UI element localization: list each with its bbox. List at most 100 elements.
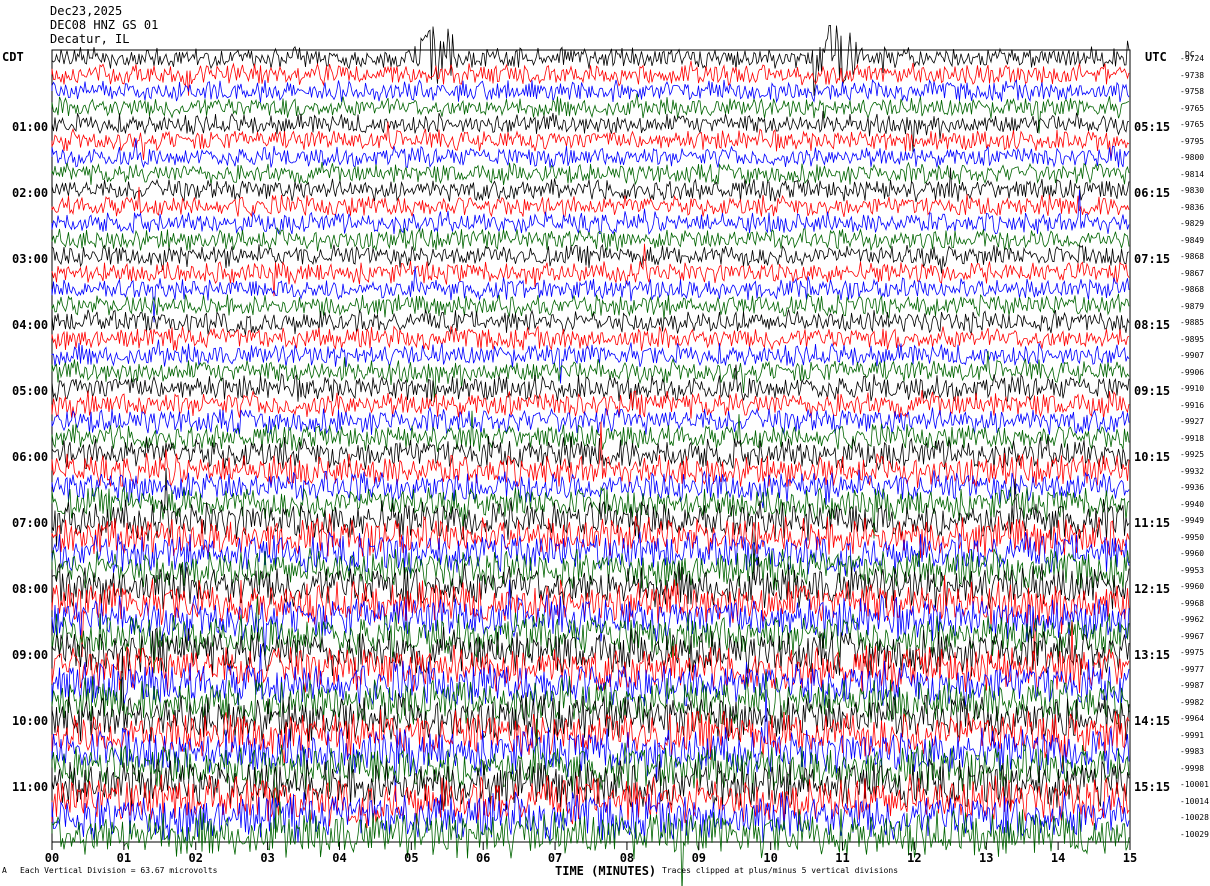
dc-offset-label: -9918 <box>1180 433 1205 443</box>
x-tick-label: 07 <box>547 851 563 865</box>
dc-offset-label: -9758 <box>1180 87 1205 96</box>
x-tick-label: 01 <box>116 851 132 865</box>
x-tick-label: 12 <box>907 851 922 865</box>
dc-offset-label: -9879 <box>1180 301 1205 311</box>
dc-offset-label: -9940 <box>1180 499 1205 509</box>
dc-offset-label: -10029 <box>1180 829 1209 839</box>
dc-offset-label: -10001 <box>1180 780 1209 789</box>
dc-offset-label: -9932 <box>1180 466 1205 476</box>
x-tick-label: 08 <box>619 851 635 865</box>
dc-offset-label: -9949 <box>1180 516 1205 525</box>
dc-offset-label: -9885 <box>1180 318 1205 327</box>
dc-offset-label: -9983 <box>1180 747 1205 756</box>
left-hour-label: 10:00 <box>12 714 49 728</box>
dc-offset-label: -9916 <box>1180 400 1205 410</box>
dc-offset-label: -9964 <box>1180 714 1205 723</box>
dc-offset-label: -9868 <box>1180 252 1205 261</box>
left-hour-label: 03:00 <box>12 252 49 266</box>
dc-offset-label: -9910 <box>1180 384 1205 393</box>
left-hour-label: 09:00 <box>12 648 49 662</box>
trace-line <box>51 79 1130 104</box>
right-hour-label: 14:15 <box>1134 714 1171 728</box>
dc-offset-label: -9977 <box>1180 664 1205 674</box>
dc-offset-label: -9925 <box>1180 450 1205 459</box>
trace-line <box>51 410 1130 452</box>
dc-offset-label: -9968 <box>1180 598 1205 608</box>
left-hour-label: 06:00 <box>12 450 49 464</box>
dc-offset-label: -9765 <box>1180 120 1205 129</box>
dc-offset-label: -9765 <box>1180 103 1205 113</box>
trace-line <box>51 161 1130 186</box>
dc-offset-label: -9907 <box>1180 351 1205 360</box>
dc-offset-label: -9991 <box>1180 730 1205 740</box>
dc-offset-label: -9849 <box>1180 235 1205 245</box>
dc-offset-label: -9960 <box>1180 582 1205 591</box>
right-hour-label: 13:15 <box>1134 648 1171 662</box>
dc-offset-label: -9724 <box>1180 54 1205 63</box>
dc-offset-label: -9950 <box>1180 532 1205 542</box>
dc-offset-label: -9982 <box>1180 697 1205 707</box>
dc-offset-label: -9998 <box>1180 763 1205 773</box>
dc-offset-label: -9962 <box>1180 615 1205 624</box>
dc-offset-label: -9975 <box>1180 648 1205 657</box>
right-hour-label: 15:15 <box>1134 780 1171 794</box>
dc-offset-label: -9936 <box>1180 483 1205 492</box>
dc-offset-label: -9987 <box>1180 681 1205 690</box>
x-tick-label: 09 <box>691 851 707 865</box>
x-tick-label: 14 <box>1050 851 1066 865</box>
footer-clip-note: Traces clipped at plus/minus 5 vertical … <box>662 866 899 875</box>
left-hour-label: 04:00 <box>12 318 49 332</box>
left-hour-label: 08:00 <box>12 582 49 596</box>
dc-offset-label: -9814 <box>1180 169 1205 179</box>
left-hour-label: 11:00 <box>12 780 49 794</box>
dc-offset-label: -9795 <box>1180 136 1205 146</box>
dc-offset-label: -9895 <box>1180 334 1205 344</box>
trace-line <box>51 339 1130 384</box>
right-hour-label: 11:15 <box>1134 516 1171 530</box>
trace-line <box>51 718 1130 839</box>
seismogram-plot <box>51 24 1131 886</box>
dc-offset-label: -9953 <box>1180 565 1205 575</box>
right-hour-label: 08:15 <box>1134 318 1171 332</box>
right-hour-label: 09:15 <box>1134 384 1171 398</box>
dc-offset-label: -10014 <box>1180 796 1209 806</box>
left-hour-label: 02:00 <box>12 186 49 200</box>
trace-line <box>51 93 1130 134</box>
left-hour-label: 07:00 <box>12 516 49 530</box>
trace-line <box>51 758 1130 815</box>
left-hour-label: 01:00 <box>12 120 49 134</box>
left-hour-label: 05:00 <box>12 384 49 398</box>
x-tick-label: 02 <box>188 851 203 865</box>
dc-offset-label: -10028 <box>1180 813 1209 822</box>
dc-offset-label: -9800 <box>1180 153 1205 162</box>
dc-offset-label: -9836 <box>1180 202 1205 212</box>
dc-offset-label: -9960 <box>1180 549 1205 558</box>
dc-offset-label: -9927 <box>1180 417 1205 426</box>
right-hour-label: 07:15 <box>1134 252 1171 266</box>
trace-line <box>51 60 1130 96</box>
dc-offset-label: -9868 <box>1180 285 1205 294</box>
right-hour-label: 06:15 <box>1134 186 1171 200</box>
dc-offset-label: -9906 <box>1180 367 1205 377</box>
x-tick-label: 13 <box>979 851 994 865</box>
dc-offset-label: -9867 <box>1180 268 1205 278</box>
x-tick-label: 04 <box>332 851 347 865</box>
x-axis-title: TIME (MINUTES) <box>555 864 657 878</box>
dc-offset-label: -9967 <box>1180 631 1205 641</box>
x-tick-label: 10 <box>763 851 778 865</box>
dc-offset-label: -9829 <box>1180 219 1205 228</box>
trace-line <box>51 325 1130 351</box>
trace-line <box>51 110 1130 152</box>
footer-scale-note: Each Vertical Division = 63.67 microvolt… <box>20 866 218 875</box>
dc-offset-label: -9738 <box>1180 70 1205 80</box>
right-hour-label: 10:15 <box>1134 450 1171 464</box>
right-hour-label: 05:15 <box>1134 120 1171 134</box>
trace-line <box>51 266 1130 323</box>
x-tick-label: 11 <box>835 851 850 865</box>
dc-offset-label: -9830 <box>1180 186 1205 195</box>
trace-line <box>51 364 1130 411</box>
x-tick-label: 00 <box>44 851 60 865</box>
trace-line <box>51 292 1130 320</box>
footer-corner-mark: A <box>2 866 7 875</box>
x-tick-label: 06 <box>475 851 491 865</box>
